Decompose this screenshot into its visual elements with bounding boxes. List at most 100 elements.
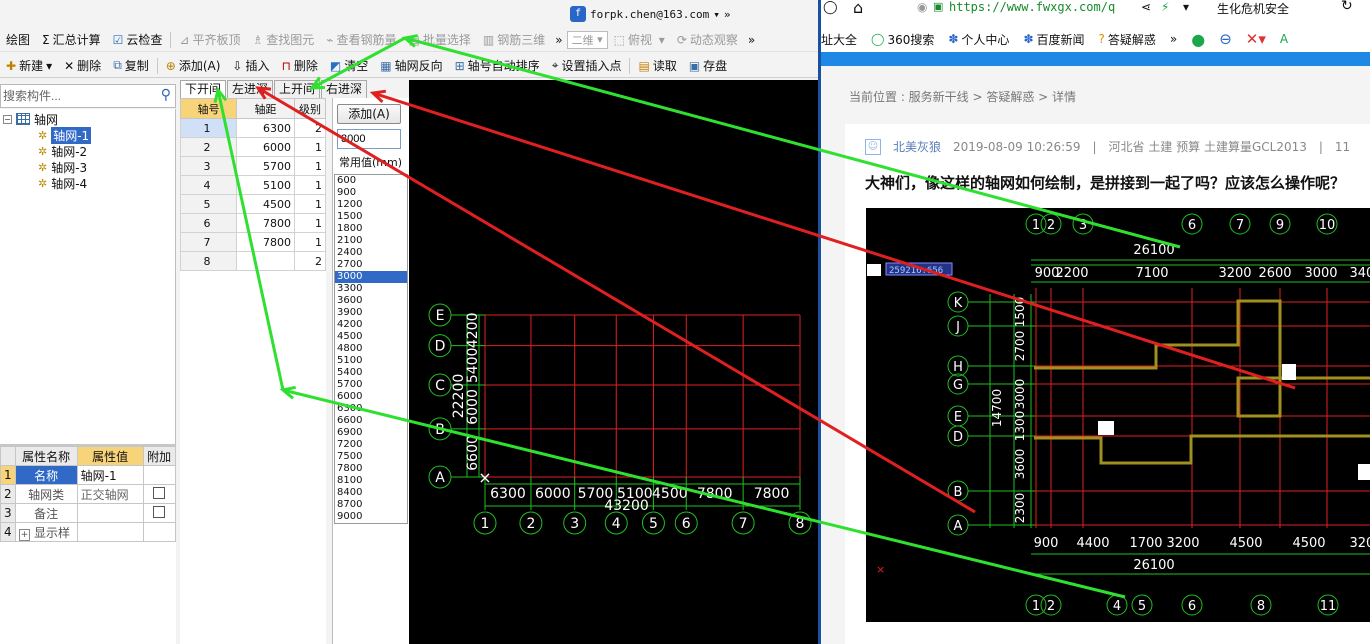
view-rebar-button[interactable]: ⌁ 查看钢筋量: [320, 29, 402, 51]
rebar-3d-button[interactable]: ▥ 钢筋三维: [477, 29, 551, 51]
list-item[interactable]: 7200: [335, 439, 407, 451]
tree-root[interactable]: − 轴网: [3, 111, 58, 127]
tab-right-depth[interactable]: 右进深: [321, 80, 368, 98]
list-item[interactable]: 4800: [335, 343, 407, 355]
insert-axis-button[interactable]: ⇩ 插入: [226, 55, 275, 77]
tree-item-axis-1[interactable]: ✲ 轴网-1: [38, 126, 92, 144]
minus-icon[interactable]: ⊖: [1219, 30, 1232, 48]
list-item[interactable]: 600: [335, 175, 407, 187]
list-item[interactable]: 4500: [335, 331, 407, 343]
list-item[interactable]: 7500: [335, 451, 407, 463]
list-item[interactable]: 1800: [335, 223, 407, 235]
list-item[interactable]: 6300: [335, 403, 407, 415]
table-row[interactable]: 3 备注: [0, 503, 176, 523]
common-values-list[interactable]: 600 900 1200 1500 1800 2100 2400 2700 3000 3300 36…: [334, 174, 408, 524]
back-icon[interactable]: ◯: [823, 0, 838, 15]
extra-checkbox[interactable]: [153, 486, 166, 499]
list-item[interactable]: 1200: [335, 199, 407, 211]
tree-item-axis-2[interactable]: ✲ 轴网-2: [38, 143, 87, 159]
new-button[interactable]: ✚ 新建 ▾: [0, 55, 58, 77]
table-row[interactable]: 2 轴网类 正交轴网: [0, 484, 176, 504]
copy-button[interactable]: ⧉ 复制: [107, 55, 155, 77]
list-item[interactable]: 5700: [335, 379, 407, 391]
avatar[interactable]: ☺: [865, 138, 881, 155]
bookmark-item[interactable]: ? 答疑解惑: [1099, 31, 1156, 48]
list-item[interactable]: 9000: [335, 511, 407, 523]
axis-preview-canvas[interactable]: 6300 6000 5700 5100 4500 7800 7800 43200 1 2 3 4 5 6 7…: [409, 80, 818, 644]
list-item[interactable]: 3000: [335, 271, 407, 283]
list-item[interactable]: 5400: [335, 367, 407, 379]
prop-value-note[interactable]: [76, 503, 144, 523]
refresh-icon[interactable]: ↻: [1341, 0, 1353, 14]
author-name[interactable]: 北美灰狼: [893, 138, 941, 155]
bolt-icon[interactable]: ⚡: [1161, 0, 1169, 14]
list-item[interactable]: 2700: [335, 259, 407, 271]
draw-button[interactable]: 绘图: [0, 29, 36, 51]
table-row[interactable]: 6 7800 1: [180, 213, 326, 233]
list-item[interactable]: 1500: [335, 211, 407, 223]
chevron-down-icon[interactable]: ▾: [1183, 0, 1189, 14]
table-row[interactable]: 4 5100 1: [180, 175, 326, 195]
search-tab[interactable]: 生化危机安全: [1217, 0, 1289, 17]
tab-bottom-bay[interactable]: 下开间: [180, 80, 227, 98]
tab-left-depth[interactable]: 左进深: [227, 80, 274, 98]
table-row[interactable]: 4 + 显示样: [0, 522, 176, 542]
table-row[interactable]: 2 6000 1: [180, 137, 326, 157]
search-input[interactable]: [1, 85, 151, 107]
table-row[interactable]: 7 7800 1: [180, 232, 326, 252]
bookmark-item[interactable]: 址大全: [821, 31, 857, 48]
clear-button[interactable]: ◩ 清空: [324, 55, 374, 77]
tree-item-axis-4[interactable]: ✲ 轴网-4: [38, 175, 87, 191]
share-icon[interactable]: ⋖: [1141, 0, 1151, 14]
translate-icon[interactable]: A: [1280, 32, 1288, 46]
list-item[interactable]: 6000: [335, 391, 407, 403]
close-icon[interactable]: ✕▾: [1246, 30, 1266, 48]
tab-top-bay[interactable]: 上开间: [274, 80, 321, 98]
delete-button[interactable]: ✕ 删除: [58, 55, 107, 77]
read-button[interactable]: ▤ 读取: [632, 55, 682, 77]
more-icon[interactable]: »: [551, 33, 566, 47]
list-item[interactable]: 3900: [335, 307, 407, 319]
save-button[interactable]: ▣ 存盘: [683, 55, 733, 77]
collapse-icon[interactable]: −: [3, 114, 12, 124]
home-icon[interactable]: ⌂: [853, 0, 863, 17]
add-axis-button[interactable]: ⊕ 添加(A): [160, 55, 227, 77]
chevron-down-icon[interactable]: ▾: [713, 8, 720, 21]
list-item[interactable]: 7800: [335, 463, 407, 475]
list-item[interactable]: 2100: [335, 235, 407, 247]
add-value-button[interactable]: 添加(A): [337, 104, 401, 124]
table-row[interactable]: 82: [180, 251, 326, 271]
bookmark-item[interactable]: ◯ 360搜索: [871, 31, 934, 48]
list-item[interactable]: 4200: [335, 319, 407, 331]
orbit-button[interactable]: ⟳ 动态观察: [671, 29, 744, 51]
table-row[interactable]: 1 名称 轴网-1: [0, 465, 176, 485]
batch-select-button[interactable]: ▤ 批量选择: [403, 29, 477, 51]
list-item[interactable]: 6900: [335, 427, 407, 439]
bookmark-item[interactable]: ✽ 百度新闻: [1023, 31, 1084, 48]
list-item[interactable]: 2400: [335, 247, 407, 259]
list-item[interactable]: 3600: [335, 295, 407, 307]
user-account[interactable]: f forpk.chen@163.com ▾ »: [570, 4, 730, 24]
more-icon[interactable]: »: [744, 33, 759, 47]
list-item[interactable]: 900: [335, 187, 407, 199]
tree-item-axis-3[interactable]: ✲ 轴网-3: [38, 159, 87, 175]
table-row[interactable]: 3 5700 1: [180, 156, 326, 176]
top-view-button[interactable]: ⬚ 俯视 ▾: [608, 29, 671, 51]
table-row[interactable]: 5 4500 1: [180, 194, 326, 214]
list-item[interactable]: 6600: [335, 415, 407, 427]
list-item[interactable]: 3300: [335, 283, 407, 295]
expand-icon[interactable]: +: [18, 528, 31, 541]
search-icon[interactable]: ⚲: [161, 87, 171, 103]
list-item[interactable]: 5100: [335, 355, 407, 367]
extra-checkbox[interactable]: [153, 505, 166, 518]
align-slab-top-button[interactable]: ⊿ 平齐板顶: [173, 29, 246, 51]
auto-sort-button[interactable]: ⊞ 轴号自动排序: [449, 55, 546, 77]
prop-value-type[interactable]: 正交轴网: [76, 484, 144, 504]
list-item[interactable]: 8700: [335, 499, 407, 511]
table-row[interactable]: 1 6300 2: [180, 118, 326, 138]
wechat-icon[interactable]: ●: [1191, 30, 1205, 49]
url-field[interactable]: https://www.fwxgx.com/q: [949, 0, 1115, 14]
find-element-button[interactable]: ♗ 查找图元: [246, 29, 320, 51]
breadcrumb[interactable]: 当前位置 : 服务新干线 > 答疑解惑 > 详情: [849, 88, 1076, 105]
view-mode-select[interactable]: 二维 ▾: [566, 30, 608, 49]
